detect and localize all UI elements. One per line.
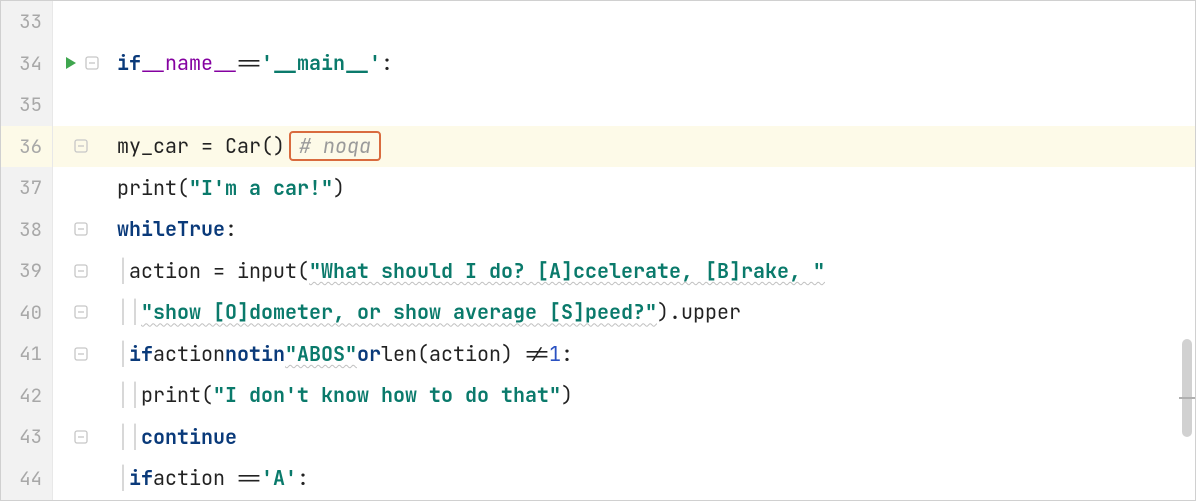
- line-number[interactable]: 38: [1, 209, 52, 251]
- run-icon[interactable]: [63, 55, 79, 71]
- gutter-row: [53, 1, 109, 43]
- keyword-if: if: [117, 50, 141, 76]
- gutter-row: [53, 375, 109, 417]
- gutter-row: [53, 250, 109, 292]
- keyword-if: if: [129, 465, 153, 491]
- string-literal: 'A': [261, 465, 297, 491]
- gutter-row: [53, 43, 109, 85]
- string-literal: "I don't know how to do that": [213, 382, 561, 408]
- indent-guide: │: [117, 299, 129, 325]
- keyword-or: or: [357, 341, 381, 367]
- gutter-row: [53, 84, 109, 126]
- line-number[interactable]: 43: [1, 416, 52, 458]
- line-number[interactable]: 34: [1, 43, 52, 85]
- operator: ==: [237, 50, 261, 76]
- fold-minus-icon[interactable]: [74, 139, 88, 153]
- indent-guide: │: [129, 299, 141, 325]
- indent-guide: │: [129, 424, 141, 450]
- fold-minus-icon[interactable]: [74, 347, 88, 361]
- code-line[interactable]: │ if action == 'A':: [109, 458, 1195, 500]
- code-line[interactable]: my_car = Car()# noqa: [109, 126, 1195, 168]
- number-literal: 1: [549, 341, 561, 367]
- line-number[interactable]: 35: [1, 84, 52, 126]
- string-literal: "show [O]dometer, or show average [S]pee…: [141, 299, 657, 325]
- vertical-scrollbar[interactable]: [1182, 339, 1192, 437]
- fold-minus-icon[interactable]: [74, 222, 88, 236]
- gutter-icon-strip: [53, 1, 109, 500]
- line-number[interactable]: 40: [1, 292, 52, 334]
- paren-close: ): [333, 175, 345, 201]
- code-line[interactable]: │ action = input("What should I do? [A]c…: [109, 250, 1195, 292]
- scroll-marker: [1179, 397, 1195, 399]
- code-line[interactable]: [109, 84, 1195, 126]
- ident: len(action) !=: [381, 341, 549, 367]
- colon: :: [381, 50, 393, 76]
- keyword-in: in: [261, 341, 285, 367]
- line-number[interactable]: 33: [1, 1, 52, 43]
- code-content[interactable]: if __name__ == '__main__': my_car = Car(…: [109, 1, 1195, 500]
- gutter-row: [53, 126, 109, 168]
- indent-guide: │: [117, 465, 129, 491]
- code-line[interactable]: print("I'm a car!"): [109, 167, 1195, 209]
- line-number[interactable]: 39: [1, 250, 52, 292]
- paren-close: ): [561, 382, 573, 408]
- keyword-continue: continue: [141, 424, 237, 450]
- indent-guide: │: [117, 258, 129, 284]
- noqa-comment: # noqa: [289, 131, 381, 161]
- fold-minus-icon[interactable]: [85, 56, 99, 70]
- func-call: print(: [141, 382, 213, 408]
- colon: :: [225, 216, 237, 242]
- keyword-not: not: [225, 341, 261, 367]
- ident: action: [153, 341, 225, 367]
- code-line[interactable]: │ │ continue: [109, 416, 1195, 458]
- fold-minus-icon[interactable]: [74, 305, 88, 319]
- line-number[interactable]: 36: [1, 126, 52, 168]
- line-number-gutter[interactable]: 33 34 35 36 37 38 39 40 41 42 43 44: [1, 1, 53, 500]
- func-call: print(: [117, 175, 189, 201]
- keyword-true: True: [177, 216, 225, 242]
- indent-guide: │: [117, 341, 129, 367]
- code-line[interactable]: [109, 1, 1195, 43]
- gutter-row: [53, 292, 109, 334]
- identifier: action = input(: [129, 258, 309, 284]
- gutter-row: [53, 416, 109, 458]
- string-literal: "I'm a car!": [189, 175, 333, 201]
- gutter-row: [53, 458, 109, 500]
- string-literal: '__main__': [261, 50, 381, 76]
- code-editor: 33 34 35 36 37 38 39 40 41 42 43 44: [1, 1, 1195, 500]
- keyword-if: if: [129, 341, 153, 367]
- indent-guide: │: [117, 382, 129, 408]
- keyword-while: while: [117, 216, 177, 242]
- string-literal: "What should I do? [A]ccelerate, [B]rake…: [309, 258, 825, 284]
- line-number[interactable]: 37: [1, 167, 52, 209]
- code-line[interactable]: if __name__ == '__main__':: [109, 43, 1195, 85]
- code-line[interactable]: while True:: [109, 209, 1195, 251]
- colon: :: [561, 341, 573, 367]
- line-number[interactable]: 41: [1, 333, 52, 375]
- ident: action ==: [153, 465, 261, 491]
- line-number[interactable]: 42: [1, 375, 52, 417]
- fold-minus-icon[interactable]: [74, 430, 88, 444]
- gutter-row: [53, 167, 109, 209]
- identifier: my_car = Car(): [117, 133, 285, 159]
- line-number[interactable]: 44: [1, 458, 52, 500]
- string-literal: "ABOS": [285, 341, 357, 367]
- gutter-row: [53, 333, 109, 375]
- fold-minus-icon[interactable]: [74, 264, 88, 278]
- indent-guide: │: [117, 424, 129, 450]
- colon: :: [297, 465, 309, 491]
- indent-guide: │: [129, 382, 141, 408]
- gutter-row: [53, 209, 109, 251]
- code-line[interactable]: │ │ "show [O]dometer, or show average [S…: [109, 292, 1195, 334]
- dunder-name: __name__: [141, 50, 237, 76]
- tail: ).upper: [657, 299, 741, 325]
- code-line[interactable]: │ if action not in "ABOS" or len(action)…: [109, 333, 1195, 375]
- code-line[interactable]: │ │ print("I don't know how to do that"): [109, 375, 1195, 417]
